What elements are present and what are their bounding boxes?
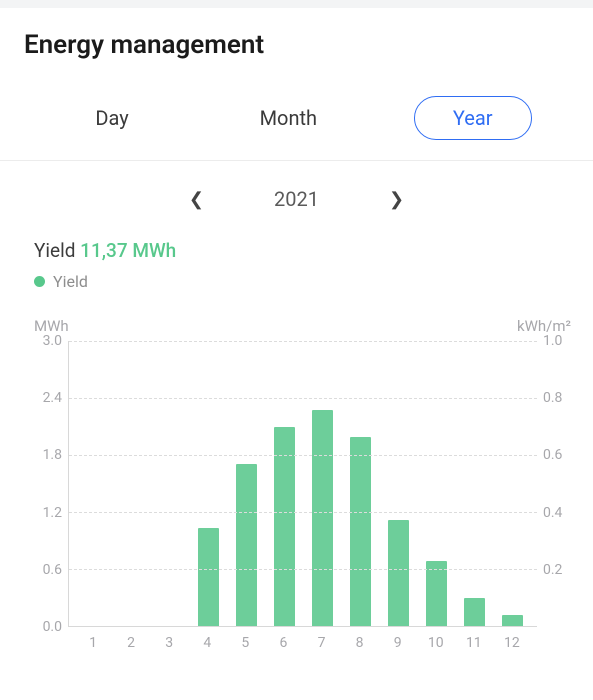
year-navigator: ❮ 2021 ❯ xyxy=(0,161,593,233)
y-tick-right: 0.8 xyxy=(543,391,562,405)
x-axis: 123456789101112 xyxy=(68,627,537,651)
status-bar xyxy=(0,0,593,8)
bar[interactable] xyxy=(426,561,447,626)
y-tick-left: 2.4 xyxy=(43,391,62,405)
y-tick-right: 0.2 xyxy=(543,563,562,577)
bar[interactable] xyxy=(274,427,295,627)
bar-slot xyxy=(455,341,493,626)
bar[interactable] xyxy=(350,437,371,626)
axis-units: MWh kWh/m² xyxy=(34,317,573,335)
x-tick: 9 xyxy=(379,635,417,651)
y-tick-left: 1.8 xyxy=(43,448,62,462)
chart-plot-area: 0.00.61.21.82.43.0 0.20.40.60.81.0 xyxy=(34,341,573,627)
y-tick-left: 3.0 xyxy=(43,334,62,348)
legend: Yield xyxy=(34,272,559,291)
bar-slot xyxy=(341,341,379,626)
bar[interactable] xyxy=(388,520,409,626)
bar-slot xyxy=(113,341,151,626)
x-tick: 3 xyxy=(150,635,188,651)
bar-slot xyxy=(189,341,227,626)
bar-slot xyxy=(151,341,189,626)
x-tick: 5 xyxy=(226,635,264,651)
x-tick: 12 xyxy=(493,635,531,651)
x-tick: 4 xyxy=(188,635,226,651)
x-tick: 10 xyxy=(417,635,455,651)
gridline xyxy=(69,398,537,399)
bar-slot xyxy=(417,341,455,626)
year-label[interactable]: 2021 xyxy=(274,187,319,211)
bar-slot xyxy=(493,341,531,626)
bar-slot xyxy=(303,341,341,626)
y-tick-left: 0.0 xyxy=(43,620,62,634)
y-tick-right: 0.6 xyxy=(543,448,562,462)
y-axis-right: 0.20.40.60.81.0 xyxy=(537,341,573,627)
bar-slot xyxy=(227,341,265,626)
x-tick: 7 xyxy=(302,635,340,651)
page-title: Energy management xyxy=(24,30,569,60)
x-tick: 11 xyxy=(455,635,493,651)
y-tick-left: 1.2 xyxy=(43,506,62,520)
bar[interactable] xyxy=(198,528,219,626)
tab-year[interactable]: Year xyxy=(414,96,532,140)
yield-label: Yield xyxy=(34,239,75,262)
gridline xyxy=(69,341,537,342)
gridline xyxy=(69,455,537,456)
gridline xyxy=(69,569,537,570)
x-tick: 2 xyxy=(112,635,150,651)
y-axis-left: 0.00.61.21.82.43.0 xyxy=(34,341,68,627)
x-tick: 1 xyxy=(74,635,112,651)
range-tabs: Day Month Year xyxy=(0,78,593,161)
y-tick-left: 0.6 xyxy=(43,563,62,577)
bar[interactable] xyxy=(464,598,485,627)
bars-container xyxy=(69,341,537,626)
x-tick: 6 xyxy=(264,635,302,651)
bar-slot xyxy=(379,341,417,626)
plot-area xyxy=(68,341,537,627)
yield-value: 11,37 MWh xyxy=(80,239,176,262)
bar[interactable] xyxy=(502,615,523,626)
header: Energy management xyxy=(0,8,593,78)
bar[interactable] xyxy=(236,464,257,626)
x-tick: 8 xyxy=(341,635,379,651)
bar-slot xyxy=(265,341,303,626)
y-tick-right: 1.0 xyxy=(543,334,562,348)
chevron-left-icon[interactable]: ❮ xyxy=(189,189,204,210)
legend-dot-icon xyxy=(34,276,45,287)
chevron-right-icon[interactable]: ❯ xyxy=(389,189,404,210)
tab-day[interactable]: Day xyxy=(61,96,162,140)
gridline xyxy=(69,512,537,513)
summary: Yield 11,37 MWh Yield xyxy=(0,233,593,295)
yield-readout: Yield 11,37 MWh xyxy=(34,239,559,262)
bar[interactable] xyxy=(312,410,333,626)
y-tick-right: 0.4 xyxy=(543,506,562,520)
legend-label: Yield xyxy=(53,272,88,291)
tab-month[interactable]: Month xyxy=(226,96,351,140)
bar-slot xyxy=(75,341,113,626)
chart: MWh kWh/m² 0.0 0.6 1.2 1.8 2.4 3.0 0.2 0.4 0.6 0… xyxy=(0,295,593,661)
